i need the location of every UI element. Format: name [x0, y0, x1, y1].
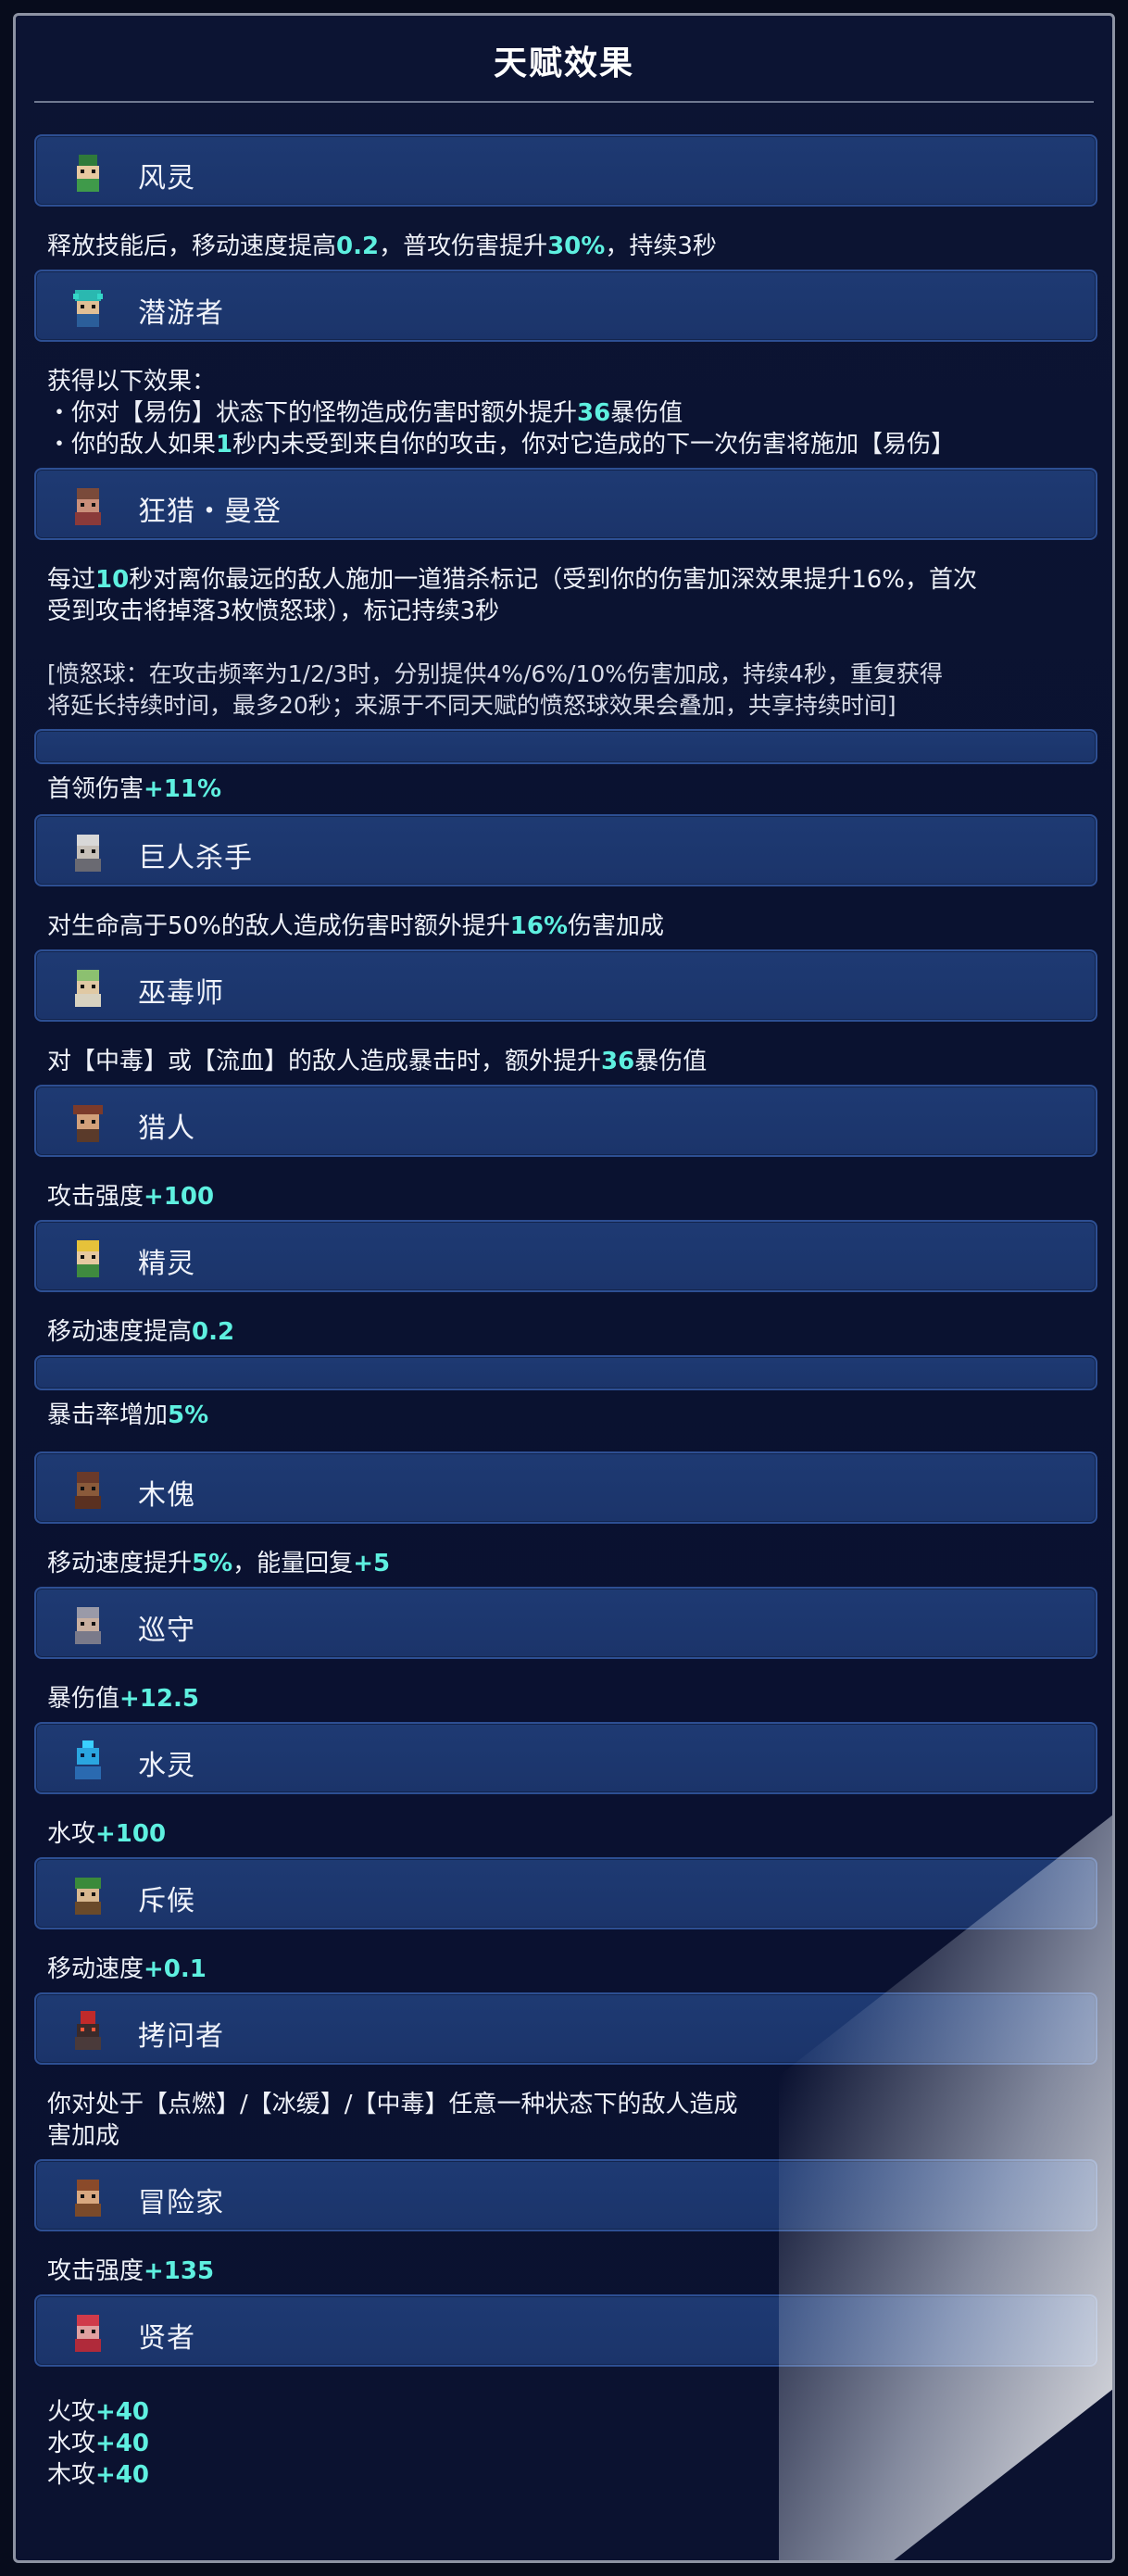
talent-note-line: 将延长持续时间，最多20秒；来源于不同天赋的愤怒球效果会叠加，共享持续时间] [47, 692, 896, 719]
title-divider [34, 101, 1094, 103]
talent-description: 水攻+100 [47, 1820, 167, 1848]
talent-description: 暴伤值+12.5 [47, 1685, 199, 1713]
adventurer-icon [75, 2180, 101, 2217]
talent-header-wild-hunt: 狂猎・曼登 [34, 468, 1097, 540]
talent-description: 对生命高于50%的敌人造成伤害时额外提升16%伤害加成 [47, 912, 665, 940]
elf-icon [77, 1240, 99, 1277]
torturer-icon [75, 2011, 101, 2050]
talent-name: 水灵 [138, 1750, 195, 1782]
talent-name: 贤者 [138, 2322, 195, 2355]
talent-name: 冒险家 [138, 2187, 224, 2219]
giant-slayer-icon [75, 835, 101, 872]
talent-header-hunter: 猎人 [34, 1085, 1097, 1157]
talent-name: 木傀 [138, 1479, 195, 1512]
panel-title: 天赋效果 [493, 44, 634, 82]
talent-header-wind-spirit: 风灵 [34, 134, 1097, 207]
talent-description-line: 受到攻击将掉落3枚愤怒球），标记持续3秒 [47, 597, 500, 625]
talent-header-unnamed [34, 1355, 1097, 1390]
talent-note-line: [愤怒球：在攻击频率为1/2/3时，分别提供4%/6%/10%伤害加成，持续4秒… [47, 660, 943, 687]
talent-description-line: 害加成 [47, 2122, 120, 2150]
wild-hunt-icon [75, 488, 101, 525]
talent-description: 释放技能后，移动速度提高0.2，普攻伤害提升30%，持续3秒 [47, 232, 717, 260]
talent-header-unnamed [34, 729, 1097, 764]
diver-icon [73, 290, 103, 327]
talent-effects-panel: 天赋效果 风灵 释放技能后，移动速度提高0.2，普攻伤害提升30%，持续3秒 潜… [13, 13, 1115, 2563]
talent-header-elf: 精灵 [34, 1220, 1097, 1292]
talent-description: 攻击强度+100 [47, 1183, 215, 1211]
patrol-icon [75, 1607, 101, 1644]
voodoo-icon [75, 970, 101, 1007]
talent-description-line: 火攻+40 [47, 2398, 149, 2426]
water-spirit-icon [75, 1740, 101, 1779]
talent-header-scout: 斥候 [34, 1857, 1097, 1929]
talent-header-sage: 贤者 [34, 2294, 1097, 2367]
talent-name: 巡守 [138, 1615, 195, 1647]
talent-name: 潜游者 [138, 297, 224, 330]
talent-header-adventurer: 冒险家 [34, 2159, 1097, 2231]
talent-name: 拷问者 [138, 2020, 224, 2053]
talent-description-line: ・你的敌人如果1秒内未受到来自你的攻击，你对它造成的下一次伤害将施加【易伤】 [47, 431, 956, 459]
talent-description: 首领伤害+11% [47, 775, 222, 803]
talent-header-patrol: 巡守 [34, 1587, 1097, 1659]
talent-header-water-spirit: 水灵 [34, 1722, 1097, 1794]
talent-name: 巫毒师 [138, 977, 224, 1010]
wind-spirit-icon [77, 155, 99, 192]
talent-description: 对【中毒】或【流血】的敌人造成暴击时，额外提升36暴伤值 [47, 1048, 708, 1075]
talent-description-line: ・你对【易伤】状态下的怪物造成伤害时额外提升36暴伤值 [47, 399, 683, 427]
talent-description: 攻击强度+135 [47, 2257, 215, 2285]
talent-description: 暴击率增加5% [47, 1401, 209, 1429]
talent-description: 移动速度提高0.2 [47, 1318, 235, 1346]
talent-description: 移动速度+0.1 [47, 1955, 207, 1983]
talent-header-voodoo: 巫毒师 [34, 949, 1097, 1022]
talent-name: 风灵 [138, 162, 195, 195]
hunter-icon [73, 1105, 103, 1142]
talent-name: 精灵 [138, 1248, 195, 1280]
talent-header-diver: 潜游者 [34, 270, 1097, 342]
talent-header-giant-slayer: 巨人杀手 [34, 814, 1097, 886]
talent-name: 猎人 [138, 1112, 195, 1145]
talent-header-wood-puppet: 木傀 [34, 1451, 1097, 1524]
sage-icon [75, 2315, 101, 2352]
talent-description-line: 木攻+40 [47, 2461, 149, 2489]
talent-description: 移动速度提升5%，能量回复+5 [47, 1550, 391, 1577]
talent-description-line: 水攻+40 [47, 2430, 149, 2457]
talent-description-line: 每过10秒对离你最远的敌人施加一道猎杀标记（受到你的伤害加深效果提升16%，首次 [47, 566, 977, 594]
talent-header-torturer: 拷问者 [34, 1992, 1097, 2065]
talent-description-line: 获得以下效果： [47, 368, 217, 396]
talent-name: 狂猎・曼登 [138, 496, 282, 528]
talent-description-line: 你对处于【点燃】/【冰缓】/【中毒】任意一种状态下的敌人造成 [47, 2091, 738, 2118]
talent-name: 巨人杀手 [138, 842, 253, 874]
talent-name: 斥候 [138, 1885, 195, 1917]
wood-puppet-icon [75, 1472, 101, 1509]
scout-icon [75, 1878, 101, 1915]
